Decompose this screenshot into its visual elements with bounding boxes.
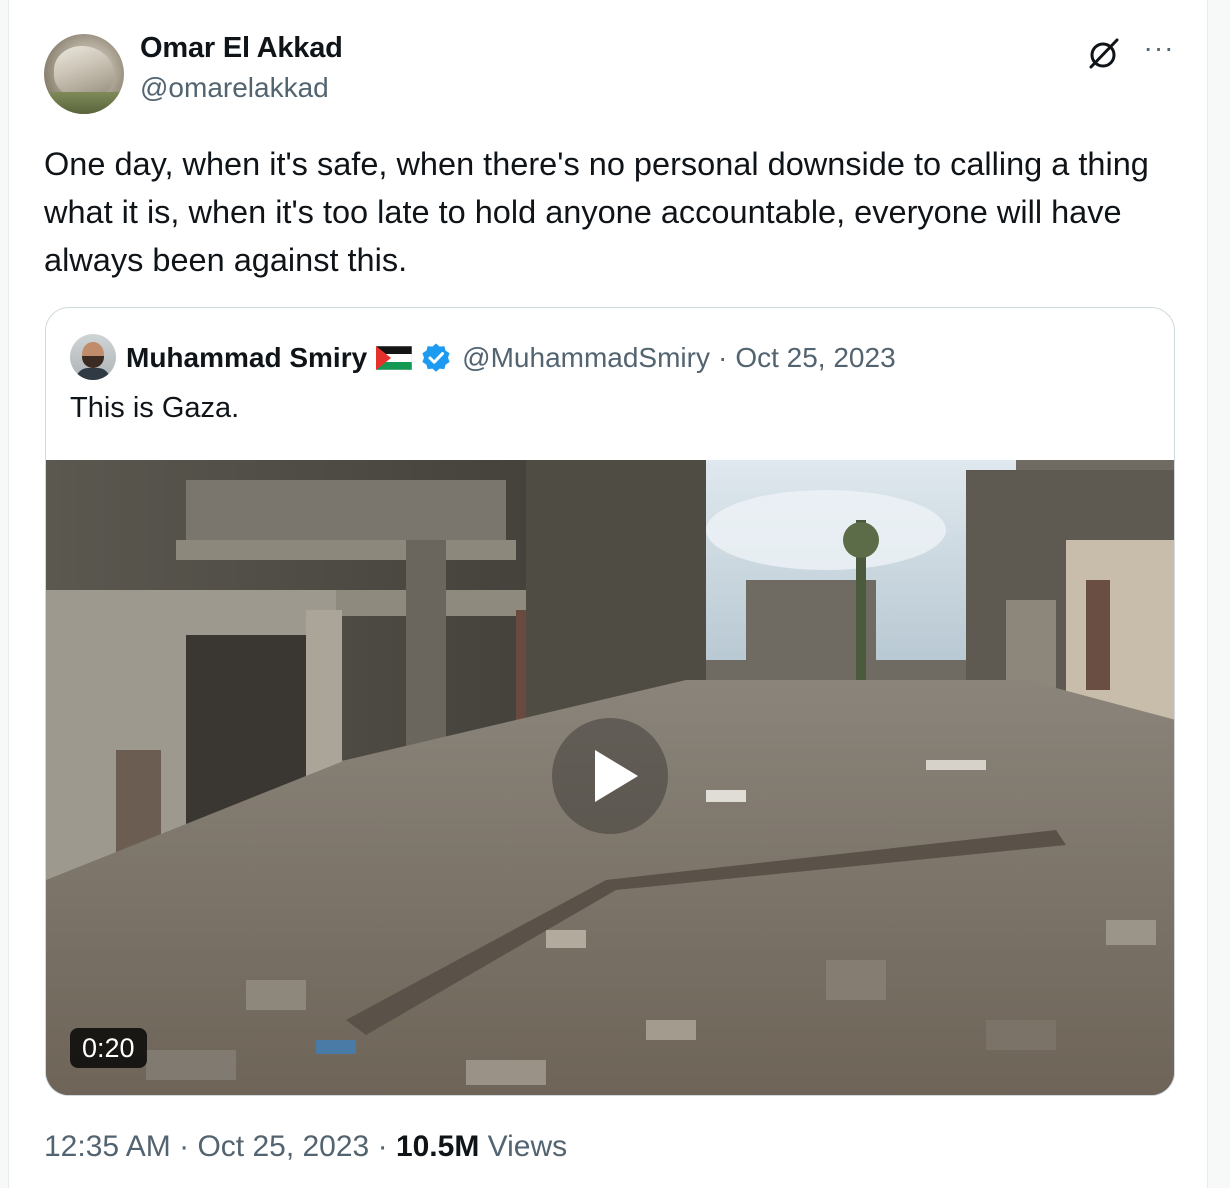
author-avatar[interactable] bbox=[44, 34, 124, 114]
avatar-grass-shape bbox=[44, 92, 124, 114]
tweet-time[interactable]: 12:35 AM bbox=[44, 1130, 171, 1163]
quoted-header: Muhammad Smiry @MuhammadSmiry · Oct 25, … bbox=[126, 338, 896, 378]
grok-icon[interactable] bbox=[1083, 34, 1123, 74]
avatar-rock-shape bbox=[54, 46, 114, 98]
views-count: 10.5M bbox=[395, 1130, 480, 1163]
tweet-card: Omar El Akkad @omarelakkad ··· One day, … bbox=[8, 0, 1208, 1188]
more-icon[interactable]: ··· bbox=[1139, 34, 1179, 68]
tweet-date[interactable]: Oct 25, 2023 bbox=[197, 1130, 369, 1163]
tweet-footer: 12:35 AM · Oct 25, 2023 · 10.5M Views bbox=[44, 1130, 567, 1164]
quoted-text: This is Gaza. bbox=[70, 392, 240, 424]
author-handle[interactable]: @omarelakkad bbox=[140, 72, 329, 104]
video-player[interactable]: 0:20 bbox=[46, 460, 1174, 1095]
meta-separator: · bbox=[717, 342, 728, 373]
views-label: Views bbox=[487, 1130, 568, 1163]
footer-separator: · bbox=[377, 1130, 388, 1163]
palestine-flag-icon bbox=[376, 346, 413, 370]
avatar-body-shape bbox=[76, 368, 110, 380]
quoted-date[interactable]: Oct 25, 2023 bbox=[735, 342, 895, 374]
quoted-handle[interactable]: @MuhammadSmiry bbox=[462, 342, 710, 374]
video-duration-badge: 0:20 bbox=[70, 1028, 147, 1068]
author-name[interactable]: Omar El Akkad bbox=[140, 32, 343, 65]
avatar-beard-shape bbox=[82, 356, 104, 368]
tweet-text: One day, when it's safe, when there's no… bbox=[44, 146, 1149, 278]
footer-separator: · bbox=[179, 1130, 190, 1163]
quoted-author-avatar[interactable] bbox=[70, 334, 116, 380]
quoted-author-name[interactable]: Muhammad Smiry bbox=[126, 342, 367, 374]
play-icon bbox=[595, 750, 638, 802]
play-button[interactable] bbox=[552, 718, 668, 834]
verified-badge-icon bbox=[422, 343, 450, 372]
quoted-tweet[interactable]: Muhammad Smiry @MuhammadSmiry · Oct 25, … bbox=[45, 307, 1175, 1096]
